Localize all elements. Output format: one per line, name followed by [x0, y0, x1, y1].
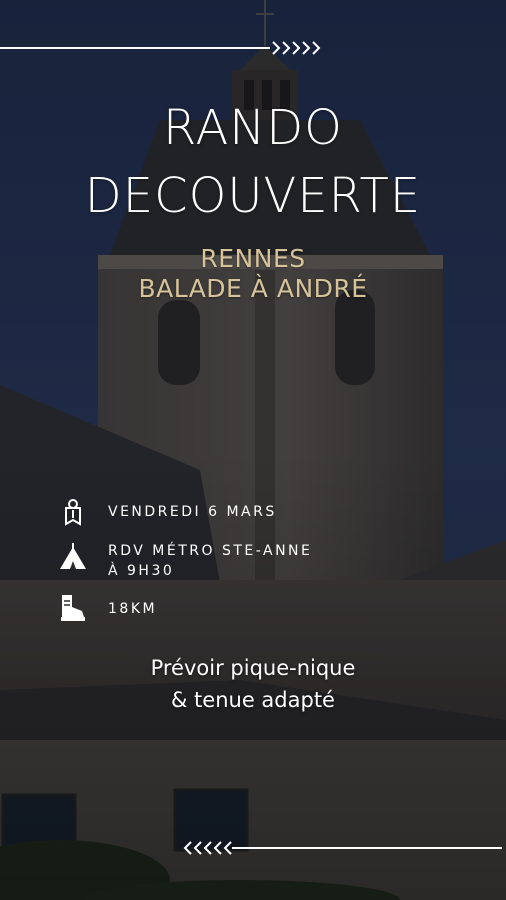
- banner-emblem-icon: [65, 499, 81, 526]
- meeting-text: RDV MÉTRO STE-ANNE À 9H30: [108, 541, 312, 581]
- title-line-1: RANDO: [163, 100, 343, 156]
- event-date: VENDREDI 6 MARS: [108, 504, 277, 520]
- bottom-divider-line: [232, 847, 502, 849]
- meeting-time: À 9H30: [108, 563, 175, 579]
- info-meeting-row: RDV MÉTRO STE-ANNE À 9H30: [58, 541, 312, 581]
- poster-title: RANDO DECOUVERTE: [0, 94, 506, 230]
- event-poster: RANDO DECOUVERTE RENNES BALADE À ANDRÉ V…: [0, 0, 506, 900]
- meeting-place: RDV MÉTRO STE-ANNE: [108, 543, 313, 559]
- event-distance: 18KM: [108, 601, 158, 617]
- subtitle-walk-name: BALADE À ANDRÉ: [138, 274, 368, 303]
- chevrons-left-icon: [180, 841, 232, 855]
- tent-icon: [60, 543, 86, 569]
- note-line-1: Prévoir pique-nique: [150, 656, 356, 680]
- subtitle-city: RENNES: [200, 244, 306, 273]
- top-divider-line: [0, 47, 270, 49]
- hiking-boot-icon: [61, 595, 85, 621]
- info-date-row: VENDREDI 6 MARS: [58, 498, 277, 528]
- note-line-2: & tenue adapté: [171, 688, 335, 712]
- title-line-2: DECOUVERTE: [84, 168, 422, 224]
- poster-subtitle: RENNES BALADE À ANDRÉ: [0, 244, 506, 304]
- chevrons-right-icon: [272, 41, 324, 55]
- info-distance-row: 18KM: [58, 593, 157, 623]
- equipment-note: Prévoir pique-nique & tenue adapté: [0, 652, 506, 716]
